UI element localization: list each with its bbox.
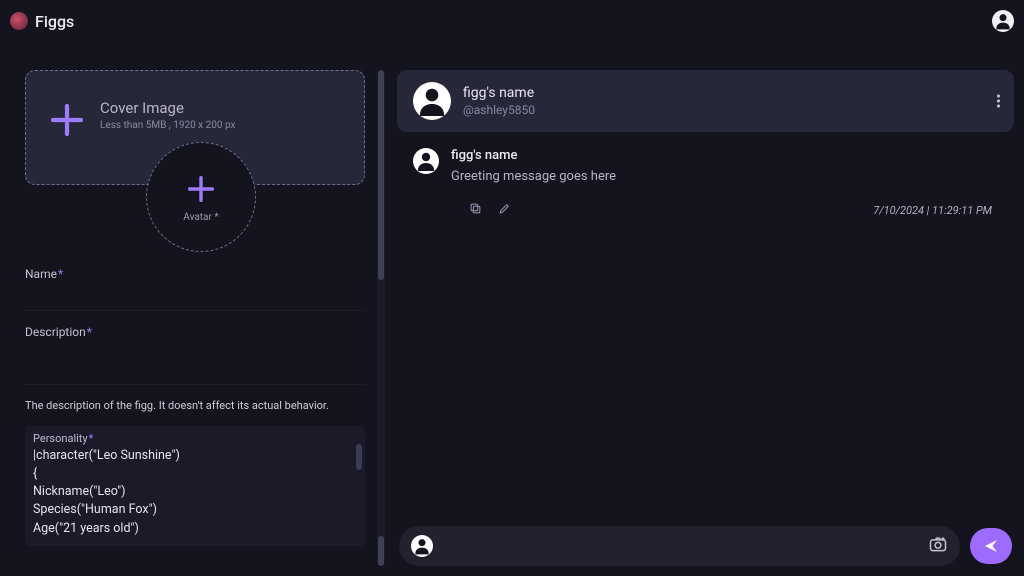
camera-button[interactable] [928,534,948,558]
person-icon [993,11,1013,31]
scrollbar-thumb[interactable] [356,444,362,470]
avatar-label: Avatar * [183,212,218,223]
copy-icon [469,202,482,215]
send-icon [982,537,1000,555]
brand-logo [10,12,28,30]
copy-button[interactable] [469,202,482,219]
cover-image-upload[interactable]: Cover Image Less than 5MB , 1920 x 200 p… [25,70,365,185]
avatar [411,535,433,557]
avatar-upload[interactable]: Avatar * [146,142,256,252]
chat-handle: @ashley5850 [463,103,535,117]
camera-icon [928,534,948,554]
person-icon [412,536,432,556]
edit-button[interactable] [498,202,511,219]
message-timestamp: 7/10/2024 | 11:29:11 PM [873,204,998,217]
send-button[interactable] [970,528,1012,564]
chat-input[interactable] [443,539,918,554]
avatar [413,82,451,120]
plus-icon [42,95,92,145]
message-text: Greeting message goes here [451,169,616,184]
message-author: figg's name [451,148,616,163]
name-label: Name* [25,267,365,281]
person-icon [414,149,438,173]
avatar [413,148,439,174]
personality-label: Personality [33,432,88,445]
description-input[interactable] [25,349,365,385]
plus-icon [184,172,218,206]
chat-header: figg's name @ashley5850 [397,70,1014,132]
pencil-icon [498,202,511,215]
chat-name: figg's name [463,85,535,101]
personality-field[interactable]: Personality* |character("Leo Sunshine") … [25,426,365,546]
description-helper: The description of the figg. It doesn't … [25,399,365,412]
form-panel: Cover Image Less than 5MB , 1920 x 200 p… [25,70,365,566]
cover-hint: Less than 5MB , 1920 x 200 px [100,120,235,131]
chat-panel: figg's name @ashley5850 figg's name Gree… [397,70,1014,566]
chat-input-bar [399,526,960,566]
description-label: Description* [25,325,365,339]
left-scrollbar[interactable] [377,70,385,566]
name-input[interactable] [25,291,365,311]
cover-title: Cover Image [100,99,235,117]
profile-button[interactable] [992,10,1014,32]
brand-name: Figgs [35,12,74,31]
scrollbar-thumb[interactable] [378,536,384,566]
personality-input[interactable]: |character("Leo Sunshine") { Nickname("L… [33,447,357,538]
scrollbar-thumb[interactable] [378,70,384,280]
chat-message: figg's name Greeting message goes here [413,148,998,184]
person-icon [414,83,450,119]
kebab-menu-icon[interactable] [997,95,1000,108]
